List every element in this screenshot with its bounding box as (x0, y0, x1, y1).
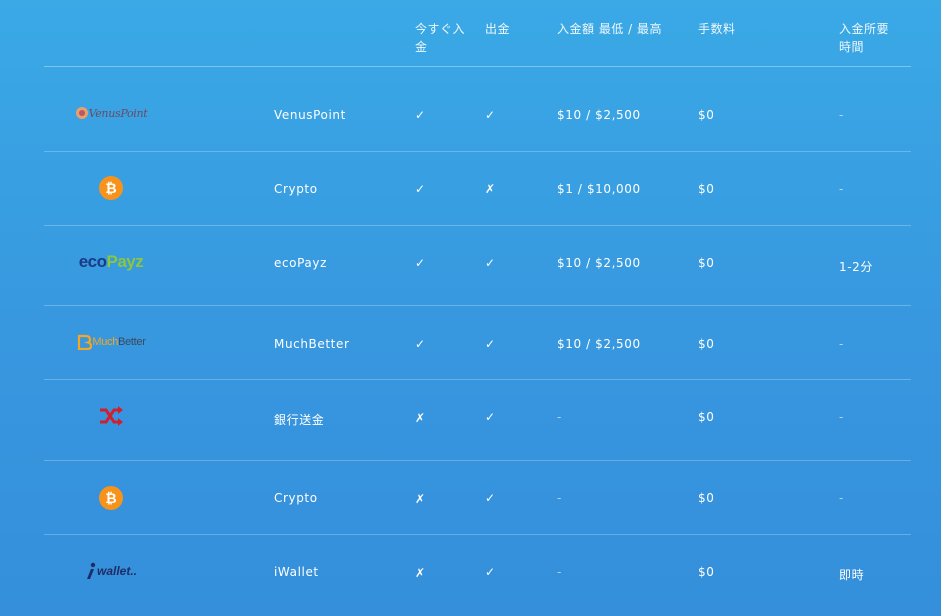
deposit-time: 1-2分 (839, 260, 873, 274)
svg-text:₿: ₿ (105, 490, 116, 506)
deposit-amount: $10 / $2,500 (557, 256, 641, 270)
withdraw-mark: ✓ (485, 108, 496, 122)
instant-deposit-mark: ✓ (415, 108, 426, 122)
withdraw-mark: ✗ (485, 182, 496, 196)
instant-deposit-mark: ✓ (415, 337, 426, 351)
venuspoint-emblem-icon (75, 107, 88, 119)
deposit-amount: - (557, 491, 562, 505)
bitcoin-icon: ₿ (99, 486, 123, 510)
table-header: 今すぐ入金 出金 入金額 最低 / 最高 手数料 入金所要時間 (44, 0, 911, 67)
instant-deposit-mark: ✗ (415, 566, 426, 580)
withdraw-mark: ✓ (485, 410, 496, 424)
payment-methods-table: 今すぐ入金 出金 入金額 最低 / 最高 手数料 入金所要時間 VenusPoi… (44, 0, 911, 615)
withdraw-mark: ✓ (485, 491, 496, 505)
fee: $0 (698, 182, 715, 196)
header-instant-deposit: 今すぐ入金 (415, 22, 466, 54)
deposit-time: 即時 (839, 568, 865, 582)
bitcoin-icon: ₿ (99, 176, 123, 200)
deposit-amount: $1 / $10,000 (557, 182, 641, 196)
bank-transfer-logo (66, 402, 156, 430)
fee: $0 (698, 565, 715, 579)
fee: $0 (698, 491, 715, 505)
muchbetter-logo: Much Better (66, 328, 156, 356)
deposit-time: - (839, 108, 844, 122)
iwallet-logo: wallet.. (66, 557, 156, 585)
fee: $0 (698, 410, 715, 424)
deposit-amount: - (557, 410, 562, 424)
instant-deposit-mark: ✗ (415, 492, 426, 506)
method-name: iWallet (274, 565, 319, 579)
instant-deposit-mark: ✓ (415, 256, 426, 270)
header-fee: 手数料 (698, 22, 736, 36)
header-deposit-amount: 入金額 最低 / 最高 (557, 22, 662, 36)
instant-deposit-mark: ✗ (415, 411, 426, 425)
table-row: VenusPoint VenusPoint ✓ ✓ $10 / $2,500 $… (44, 67, 911, 152)
venuspoint-logo: VenusPoint (66, 99, 156, 127)
withdraw-mark: ✓ (485, 256, 496, 270)
bitcoin-logo: ₿ (66, 484, 156, 512)
header-withdraw: 出金 (485, 22, 511, 36)
svg-text:₿: ₿ (105, 180, 116, 196)
method-name: Crypto (274, 491, 318, 505)
method-name: ecoPayz (274, 256, 327, 270)
withdraw-mark: ✓ (485, 337, 496, 351)
fee: $0 (698, 337, 715, 351)
deposit-amount: $10 / $2,500 (557, 337, 641, 351)
deposit-time: - (839, 182, 844, 196)
method-name: MuchBetter (274, 337, 350, 351)
table-row: eco Payz ecoPayz ✓ ✓ $10 / $2,500 $0 1-2分 (44, 226, 911, 306)
method-name: Crypto (274, 182, 318, 196)
method-name: 銀行送金 (274, 413, 325, 427)
iwallet-emblem-icon (86, 562, 96, 579)
deposit-amount: $10 / $2,500 (557, 108, 641, 122)
header-deposit-time: 入金所要時間 (839, 22, 890, 54)
instant-deposit-mark: ✓ (415, 182, 426, 196)
withdraw-mark: ✓ (485, 565, 496, 579)
shuffle-icon (100, 406, 123, 426)
fee: $0 (698, 256, 715, 270)
table-row: ₿ Crypto ✗ ✓ - $0 - (44, 461, 911, 535)
deposit-time: - (839, 410, 844, 424)
deposit-amount: - (557, 565, 562, 579)
table-row: 銀行送金 ✗ ✓ - $0 - (44, 380, 911, 461)
table-row: wallet.. iWallet ✗ ✓ - $0 即時 (44, 535, 911, 615)
bitcoin-logo: ₿ (66, 174, 156, 202)
table-row: ₿ Crypto ✓ ✗ $1 / $10,000 $0 - (44, 152, 911, 226)
table-row: Much Better MuchBetter ✓ ✓ $10 / $2,500 $… (44, 306, 911, 380)
muchbetter-emblem-icon (78, 334, 93, 350)
method-name: VenusPoint (274, 108, 346, 122)
ecopayz-logo: eco Payz (78, 252, 144, 271)
deposit-time: - (839, 491, 844, 505)
fee: $0 (698, 108, 715, 122)
deposit-time: - (839, 337, 844, 351)
